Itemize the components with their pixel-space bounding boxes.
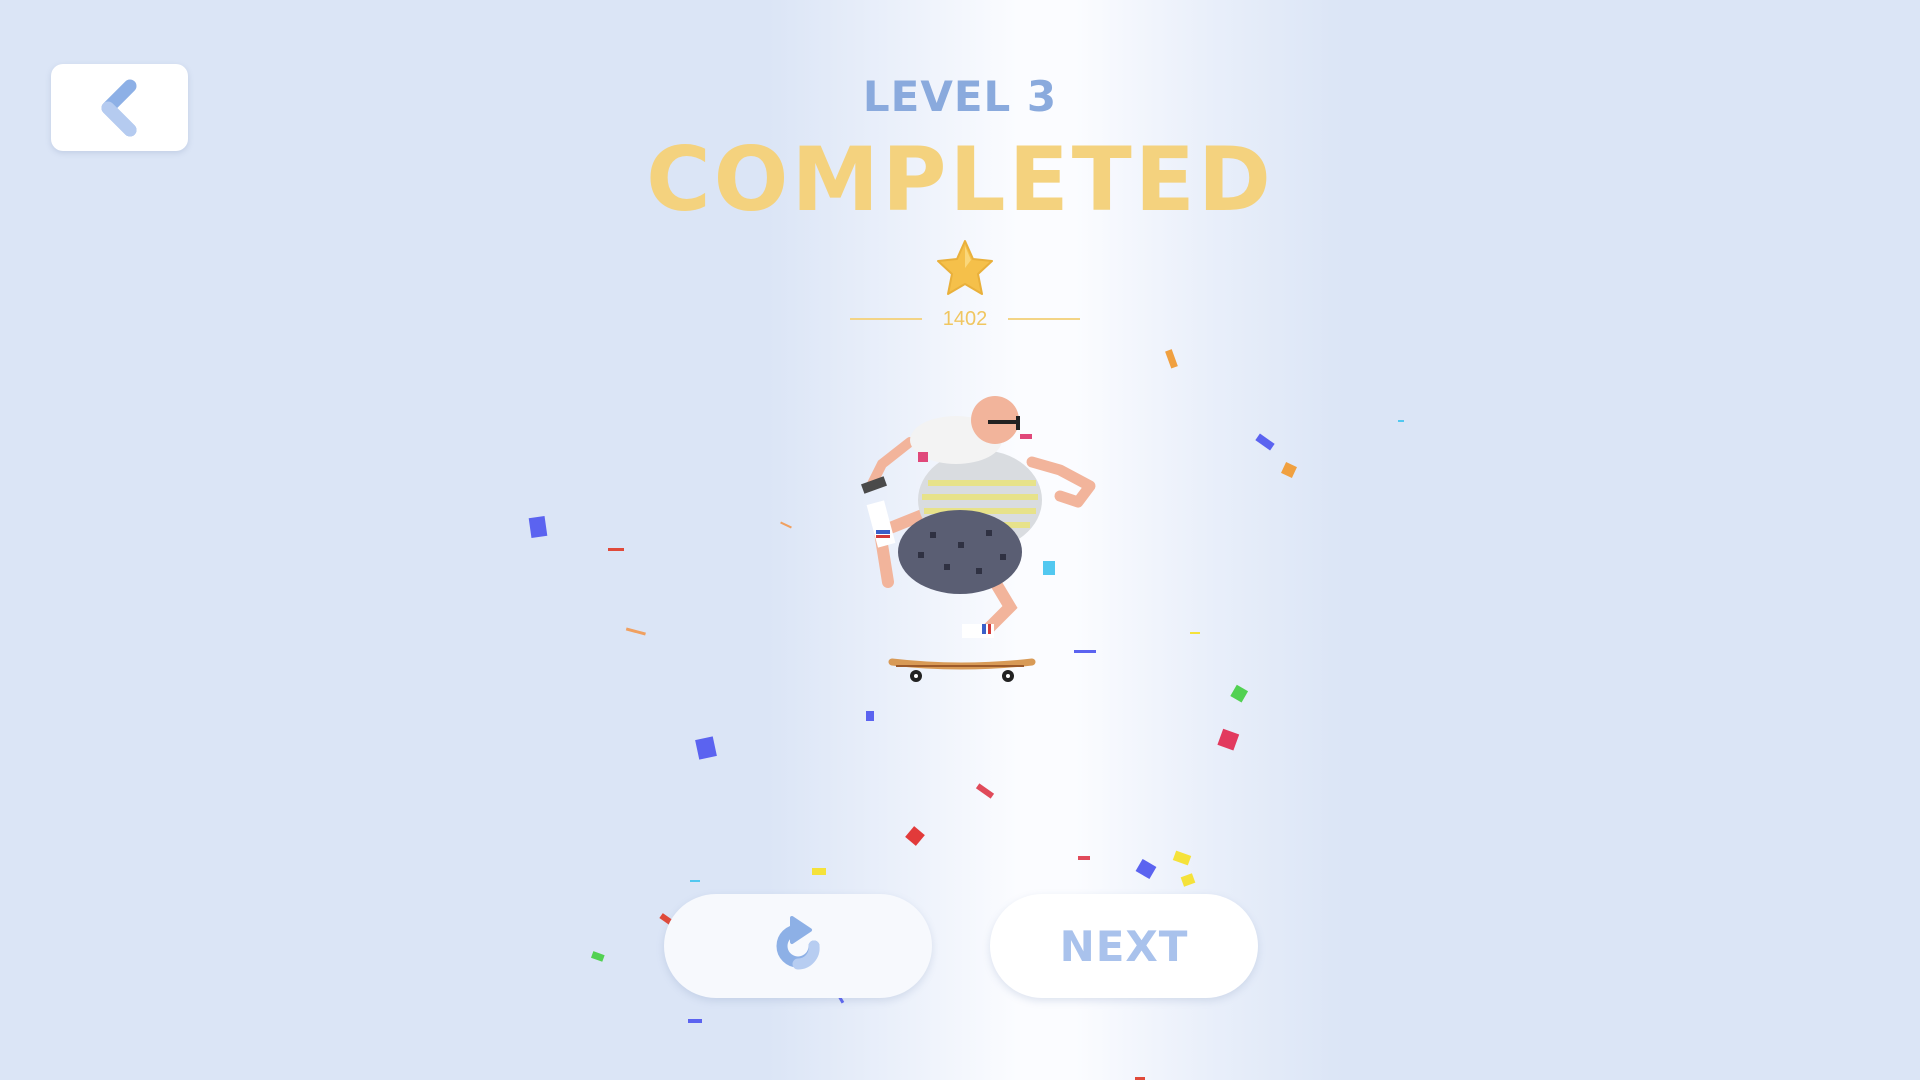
score-row: 1402 [850,304,1080,334]
score-divider-right [1008,318,1080,320]
score-value: 1402 [942,307,988,330]
star-icon [937,240,993,295]
next-button[interactable]: NEXT [990,894,1258,998]
chevron-left-icon [101,79,136,136]
next-button-label: NEXT [1059,921,1189,971]
restart-icon [776,916,820,970]
skateboarder-character [861,396,1096,682]
score-divider-left [850,318,922,320]
retry-button[interactable] [664,894,932,998]
back-button[interactable] [51,64,188,151]
level-label: LEVEL 3 [862,72,1058,121]
completed-title: COMPLETED [646,128,1274,231]
